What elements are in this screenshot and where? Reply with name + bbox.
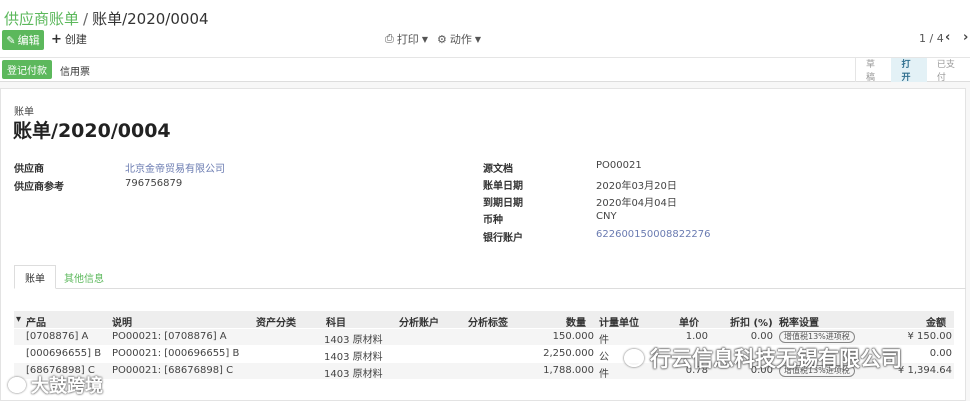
action-label: 动作 [449, 33, 472, 46]
bank-account-value[interactable]: 622600150008822276 [596, 229, 711, 240]
breadcrumb: 供应商账单 / 账单/2020/0004 [4, 8, 209, 29]
printer-icon: ⎙ [385, 32, 394, 45]
due-date-value: 2020年04月04日 [596, 198, 677, 209]
status-step-draft: 草稿 [866, 60, 876, 83]
notebook-tabs: 账单 其他信息 [14, 265, 966, 289]
breadcrumb-vendor-bills-link[interactable]: 供应商账单 [4, 10, 79, 28]
due-date-label: 到期日期 [483, 198, 523, 209]
pager-previous-button[interactable]: ‹ [945, 30, 950, 45]
breadcrumb-separator: / [83, 10, 89, 28]
status-bar: 登记付款 信用票 草稿 打开 已支付 [0, 58, 970, 83]
cell-uom: 公 [599, 352, 609, 363]
cell-description: PO00021: [000696655] B [112, 348, 240, 359]
bill-date-label: 账单日期 [483, 181, 523, 192]
table-header: ▾ 产品 说明 资产分类 科目 分析账户 分析标签 数量 计量单位 单价 折扣 … [14, 311, 954, 329]
cell-discount: 0.00 [750, 331, 773, 342]
cell-quantity: 150.000 [552, 331, 594, 342]
breadcrumb-current: 账单/2020/0004 [92, 10, 209, 28]
cell-uom: 件 [599, 369, 609, 380]
watermark-brand-text: 大鼓跨境 [31, 376, 103, 397]
header-uom[interactable]: 计量单位 [599, 314, 639, 329]
action-dropdown[interactable]: ⚙ 动作 ▼ [437, 31, 481, 47]
cell-product: [0708876] A [26, 331, 89, 342]
document-title: 账单/2020/0004 [13, 120, 171, 142]
header-discount[interactable]: 折扣 (%) [730, 314, 773, 329]
control-panel: 供应商账单 / 账单/2020/0004 ✎ 编辑 + 创建 ⎙ 打印 ▼ ⚙ 动作 ▼ 1 /… [0, 0, 970, 58]
brand-logo-icon [8, 377, 26, 393]
cell-description: PO00021: [0708876] A [112, 331, 227, 342]
bank-account-label: 银行账户 [483, 233, 523, 244]
vendor-reference-label: 供应商参考 [14, 182, 64, 193]
cell-price: 1.00 [685, 331, 708, 342]
header-amount[interactable]: 金额 [926, 314, 946, 329]
cell-amount: ¥ 150.00 [907, 331, 952, 342]
header-quantity[interactable]: 数量 [566, 314, 586, 329]
header-taxes[interactable]: 税率设置 [779, 314, 819, 329]
watermark-company: 行云信息科技无锡有限公司 [624, 343, 902, 373]
tab-other-info[interactable]: 其他信息 [54, 265, 114, 289]
caret-down-icon: ▼ [421, 34, 428, 44]
header-price[interactable]: 单价 [679, 314, 699, 329]
header-account[interactable]: 科目 [326, 314, 346, 329]
edit-button[interactable]: ✎ 编辑 [2, 30, 44, 50]
watermark-brand: 大鼓跨境 [8, 372, 103, 398]
header-product[interactable]: 产品 [26, 314, 46, 329]
cell-account: 1403 原材料 [324, 352, 383, 363]
cell-uom: 件 [599, 335, 609, 346]
status-step-open: 打开 [891, 58, 927, 83]
gear-icon: ⚙ [437, 32, 447, 46]
header-description[interactable]: 说明 [112, 314, 132, 329]
cell-quantity: 2,250.000 [543, 348, 594, 359]
print-label: 打印 [396, 33, 419, 46]
header-asset-category[interactable]: 资产分类 [256, 314, 296, 329]
vendor-reference-value: 796756879 [125, 178, 183, 189]
watermark-company-text: 行云信息科技无锡有限公司 [650, 347, 902, 371]
pager-next-button[interactable]: › [963, 30, 968, 45]
cell-amount: 0.00 [929, 348, 952, 359]
cell-account: 1403 原材料 [324, 335, 383, 346]
tax-tag: 增值税13%进项税 [779, 331, 855, 343]
print-dropdown[interactable]: ⎙ 打印 ▼ [385, 31, 428, 47]
status-step-paid: 已支付 [936, 60, 955, 83]
bill-date-value: 2020年03月20日 [596, 181, 677, 192]
register-payment-button[interactable]: 登记付款 [2, 60, 52, 79]
currency-value: CNY [596, 211, 617, 222]
cell-quantity: 1,788.000 [543, 365, 594, 376]
caret-down-icon: ▼ [474, 34, 482, 44]
pager-value[interactable]: 1 / 4 [919, 32, 944, 45]
cell-description: PO00021: [68676898] C [112, 365, 234, 376]
create-button[interactable]: + 创建 [51, 31, 87, 47]
sort-caret-icon[interactable]: ▾ [16, 314, 21, 325]
cell-account: 1403 原材料 [324, 369, 383, 380]
source-document-value: PO00021 [596, 160, 642, 171]
credit-note-button[interactable]: 信用票 [60, 63, 90, 78]
currency-label: 币种 [483, 215, 503, 226]
header-analytic-account[interactable]: 分析账户 [399, 314, 439, 329]
cell-product: [000696655] B [26, 348, 102, 359]
pencil-icon: ✎ [6, 33, 16, 47]
create-button-label: 创建 [64, 33, 87, 46]
vendor-value[interactable]: 北京金帝贸易有限公司 [125, 160, 225, 175]
cell-amount: ¥ 1,394.64 [897, 365, 952, 376]
vendor-label: 供应商 [14, 164, 44, 175]
tab-bill[interactable]: 账单 [14, 265, 56, 289]
wechat-logo-icon [624, 349, 644, 367]
plus-icon: + [51, 31, 62, 47]
source-document-label: 源文档 [483, 164, 513, 175]
status-steps: 草稿 打开 已支付 [855, 58, 970, 83]
edit-button-label: 编辑 [17, 34, 40, 47]
header-analytic-tags[interactable]: 分析标签 [468, 314, 508, 329]
